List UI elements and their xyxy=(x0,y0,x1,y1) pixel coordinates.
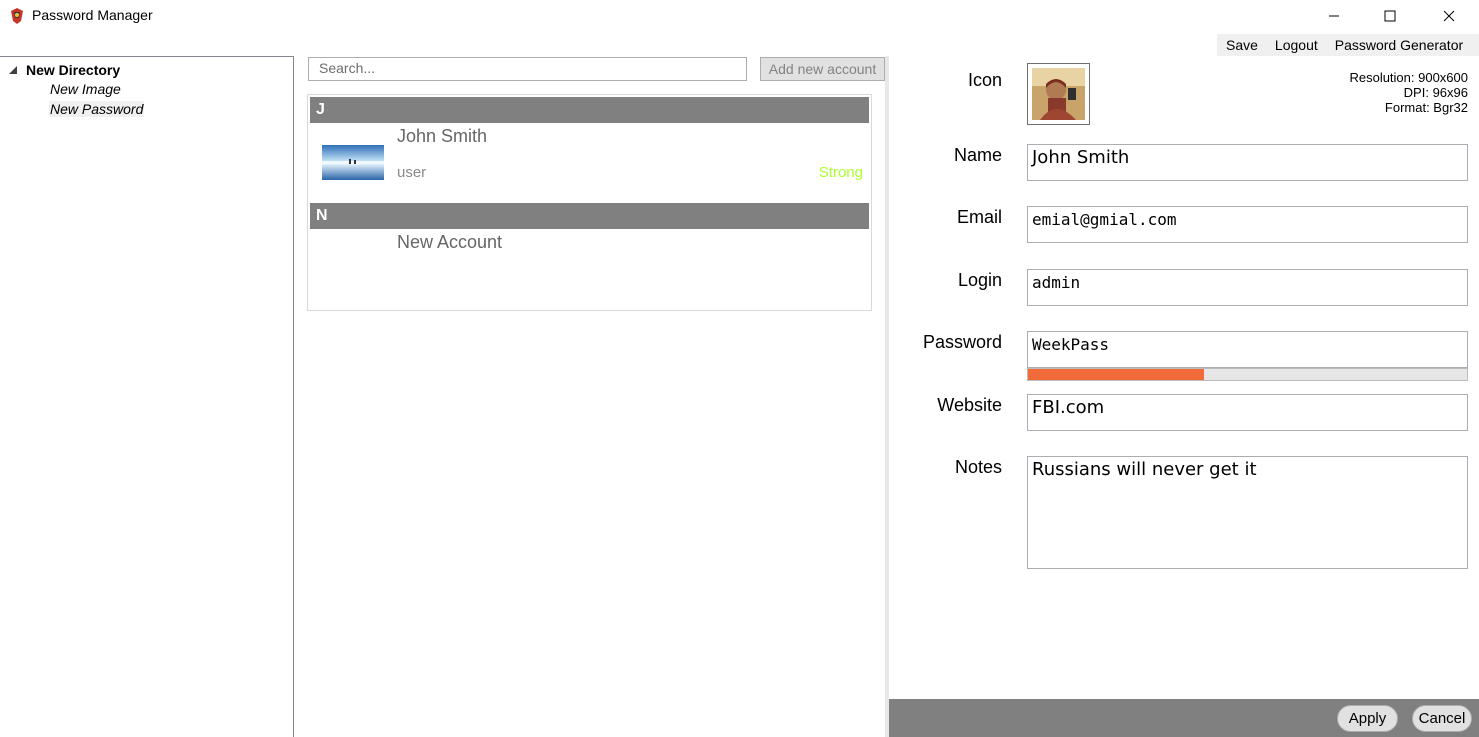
close-icon xyxy=(1443,10,1455,22)
tree-root-item[interactable]: New Directory xyxy=(8,62,120,78)
search-input[interactable]: Search... xyxy=(308,57,747,81)
name-label: Name xyxy=(953,145,1002,165)
login-field[interactable]: admin xyxy=(1027,269,1468,306)
title-bar: Password Manager xyxy=(0,0,1479,33)
action-bar: Apply Cancel xyxy=(889,699,1479,737)
icon-dpi: DPI: 96x96 xyxy=(1403,85,1468,100)
name-field[interactable]: John Smith xyxy=(1027,144,1468,181)
password-label: Password xyxy=(922,332,1002,352)
login-label: Login xyxy=(957,270,1002,290)
window-title: Password Manager xyxy=(32,7,153,23)
website-label: Website xyxy=(937,395,1002,415)
account-user: user xyxy=(397,164,427,181)
account-name[interactable]: John Smith xyxy=(397,126,487,147)
cancel-button[interactable]: Cancel xyxy=(1412,705,1472,732)
tree-root-label: New Directory xyxy=(26,62,121,78)
icon-metadata: Resolution: 900x600 DPI: 96x96 Format: B… xyxy=(1349,70,1468,115)
expand-arrow-icon[interactable] xyxy=(8,65,18,75)
icon-format: Format: Bgr32 xyxy=(1384,100,1468,115)
account-thumbnail xyxy=(322,145,384,180)
website-field[interactable]: FBI.com xyxy=(1027,394,1468,431)
menu-bar: Save Logout Password Generator xyxy=(1217,34,1479,56)
add-account-button[interactable]: Add new account xyxy=(760,57,885,81)
maximize-button[interactable] xyxy=(1361,0,1419,32)
email-label: Email xyxy=(956,207,1002,227)
group-header-j: J xyxy=(310,97,869,123)
account-strength: Strong xyxy=(818,164,863,181)
password-strength-fill xyxy=(1028,369,1204,380)
tree-item-new-image[interactable]: New Image xyxy=(49,81,122,97)
minimize-button[interactable] xyxy=(1305,0,1363,32)
account-icon-picker[interactable] xyxy=(1027,63,1090,125)
directory-tree[interactable]: New Directory New Image New Password xyxy=(0,56,294,737)
close-button[interactable] xyxy=(1420,0,1478,32)
account-name[interactable]: New Account xyxy=(397,232,502,253)
menu-logout[interactable]: Logout xyxy=(1266,37,1326,53)
maximize-icon xyxy=(1384,10,1396,22)
tree-item-new-password[interactable]: New Password xyxy=(49,101,145,117)
group-header-n: N xyxy=(310,203,869,229)
notes-label: Notes xyxy=(954,457,1002,477)
notes-field[interactable]: Russians will never get it xyxy=(1027,456,1468,569)
menu-password-generator[interactable]: Password Generator xyxy=(1326,37,1471,53)
app-icon xyxy=(11,8,23,24)
password-strength-bar xyxy=(1027,368,1468,381)
password-field[interactable]: WeekPass xyxy=(1027,331,1468,368)
menu-save[interactable]: Save xyxy=(1217,37,1266,53)
avatar xyxy=(1032,68,1085,120)
icon-label: Icon xyxy=(967,70,1002,90)
email-field[interactable]: emial@gmial.com xyxy=(1027,206,1468,243)
icon-resolution: Resolution: 900x600 xyxy=(1349,70,1468,85)
account-list[interactable]: J John Smith user Strong N New Account xyxy=(307,94,872,311)
apply-button[interactable]: Apply xyxy=(1337,705,1398,732)
minimize-icon xyxy=(1329,15,1339,17)
